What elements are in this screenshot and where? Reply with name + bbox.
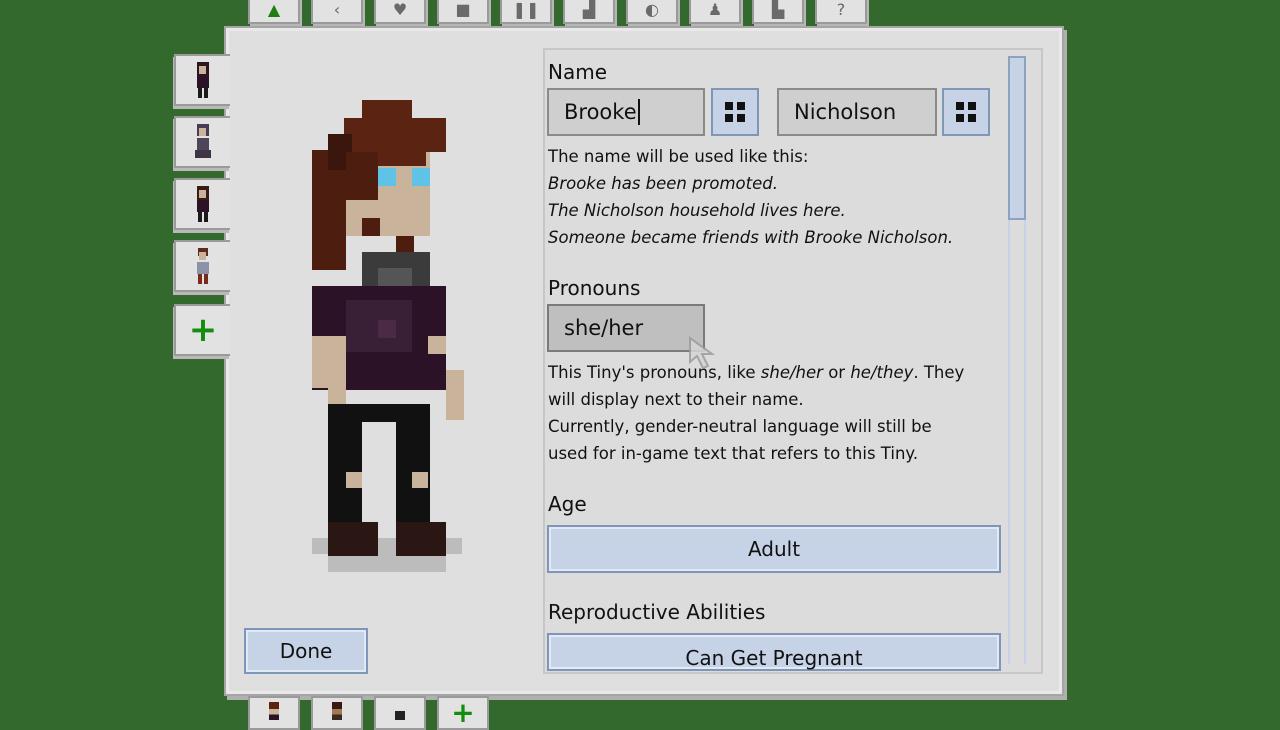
pronouns-help-line-3: Currently, gender-neutral language will … — [548, 417, 932, 436]
tab-heart[interactable]: ♥ — [374, 0, 426, 24]
randomize-last-name-button[interactable] — [942, 88, 990, 136]
tiny-portrait-icon — [269, 702, 279, 720]
question-icon: ? — [836, 0, 846, 19]
dice-icon — [956, 102, 976, 122]
stats-icon: ▟ — [582, 0, 596, 19]
tiny-tab-3[interactable] — [174, 178, 230, 230]
tree-icon: ▲ — [267, 0, 281, 19]
tiny-portrait-icon — [332, 702, 342, 720]
pronouns-help-text: This Tiny's pronouns, like — [548, 363, 761, 382]
bottom-tab-tiny-1[interactable] — [248, 696, 300, 730]
pronouns-help-line-4: used for in-game text that refers to thi… — [548, 444, 919, 463]
pronouns-label: Pronouns — [548, 276, 641, 300]
last-name-value: Nicholson — [794, 100, 897, 124]
tiny-icon: ♟ — [707, 0, 723, 19]
heart-icon: ♥ — [392, 0, 408, 19]
building-icon: ▙ — [771, 0, 785, 19]
name-usage-intro: The name will be used like this: — [548, 147, 809, 166]
name-label: Name — [548, 60, 608, 84]
tab-shirt[interactable]: ■ — [437, 0, 489, 24]
pause-icon: ❚❚ — [512, 0, 540, 19]
bottom-tab-tiny-2[interactable] — [311, 696, 363, 730]
randomize-first-name-button[interactable] — [711, 88, 759, 136]
pronouns-value: she/her — [564, 316, 644, 340]
add-tiny-button[interactable]: + — [174, 304, 230, 356]
tiny-portrait-icon — [193, 122, 213, 162]
pronouns-help: This Tiny's pronouns, like she/her or he… — [548, 359, 964, 467]
tiny-portrait-icon — [193, 184, 213, 224]
tab-help[interactable]: ? — [815, 0, 867, 24]
tab-arrow[interactable]: ‹ — [311, 0, 363, 24]
tiny-portrait-icon — [395, 702, 405, 720]
dice-icon — [725, 102, 745, 122]
pronouns-help-line-2: will display next to their name. — [548, 390, 804, 409]
first-name-input[interactable]: Brooke — [547, 88, 705, 136]
tab-tree[interactable]: ▲ — [248, 0, 300, 24]
reproductive-abilities-button[interactable]: Can Get Pregnant — [547, 633, 1001, 671]
age-label: Age — [548, 492, 587, 516]
tab-paint[interactable]: ◐ — [626, 0, 678, 24]
text-caret — [637, 99, 640, 125]
pronouns-input[interactable]: she/her — [547, 304, 705, 352]
bottom-add-button[interactable]: + — [437, 696, 489, 730]
tiny-portrait-icon — [193, 246, 213, 286]
pronoun-example-she: she/her — [760, 363, 823, 382]
tab-stats[interactable]: ▟ — [563, 0, 615, 24]
paint-icon: ◐ — [645, 0, 659, 19]
pronouns-help-text: . They — [913, 363, 965, 382]
mouse-cursor-icon — [689, 336, 716, 370]
tab-building[interactable]: ▙ — [752, 0, 804, 24]
scrollbar-thumb[interactable] — [1008, 56, 1026, 220]
pronoun-example-he: he/they — [850, 363, 914, 382]
shirt-icon: ■ — [455, 0, 471, 19]
name-example-promoted: Brooke has been promoted. — [548, 174, 778, 193]
name-usage-help: The name will be used like this: Brooke … — [548, 143, 953, 251]
bottom-tab-tiny-3[interactable] — [374, 696, 426, 730]
tiny-portrait-icon — [193, 60, 213, 100]
plus-icon: + — [188, 310, 218, 350]
arrow-icon: ‹ — [333, 0, 341, 19]
name-example-household: The Nicholson household lives here. — [548, 201, 846, 220]
plus-icon: + — [451, 696, 475, 729]
tab-tiny[interactable]: ♟ — [689, 0, 741, 24]
tiny-tab-2[interactable] — [174, 116, 230, 168]
name-example-friends: Someone became friends with Brooke Nicho… — [548, 228, 954, 247]
tab-pause[interactable]: ❚❚ — [500, 0, 552, 24]
done-button[interactable]: Done — [244, 628, 368, 674]
tiny-tab-4[interactable] — [174, 240, 230, 292]
reproductive-abilities-label: Reproductive Abilities — [548, 600, 766, 624]
first-name-value: Brooke — [564, 100, 637, 124]
age-select-button[interactable]: Adult — [547, 525, 1001, 573]
last-name-input[interactable]: Nicholson — [777, 88, 937, 136]
pronouns-help-text: or — [822, 363, 851, 382]
tiny-tab-1[interactable] — [174, 54, 230, 106]
